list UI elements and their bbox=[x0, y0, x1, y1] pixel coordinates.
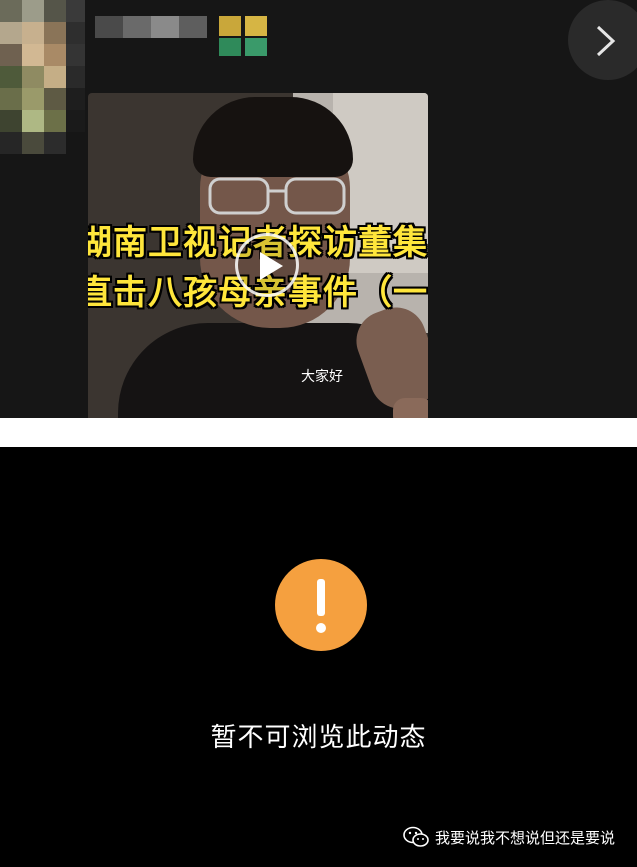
moment-preview-panel: 湖南卫视记者探访董集 直击八孩母亲事件（一 大家好 bbox=[0, 0, 637, 418]
video-thumbnail[interactable]: 湖南卫视记者探访董集 直击八孩母亲事件（一 大家好 bbox=[88, 93, 428, 418]
account-name: 我要说我不想说但还是要说 bbox=[434, 828, 615, 847]
warning-badge bbox=[275, 559, 367, 651]
unavailable-message: 暂不可浏览此动态 bbox=[210, 723, 427, 753]
account-watermark: 我要说我不想说但还是要说 bbox=[403, 826, 615, 848]
glasses-shape bbox=[208, 177, 346, 215]
exclamation-icon bbox=[317, 579, 325, 616]
blurred-avatar[interactable] bbox=[0, 0, 85, 160]
person-fingers bbox=[393, 398, 428, 418]
video-subtitle: 大家好 bbox=[301, 369, 343, 385]
play-button[interactable] bbox=[235, 233, 299, 297]
blurred-username[interactable] bbox=[95, 12, 290, 60]
divider-band bbox=[0, 418, 637, 447]
play-icon bbox=[260, 252, 283, 280]
chevron-right-icon bbox=[596, 25, 616, 57]
wechat-icon bbox=[403, 826, 429, 847]
next-button[interactable] bbox=[568, 0, 637, 80]
exclamation-dot bbox=[316, 623, 326, 633]
